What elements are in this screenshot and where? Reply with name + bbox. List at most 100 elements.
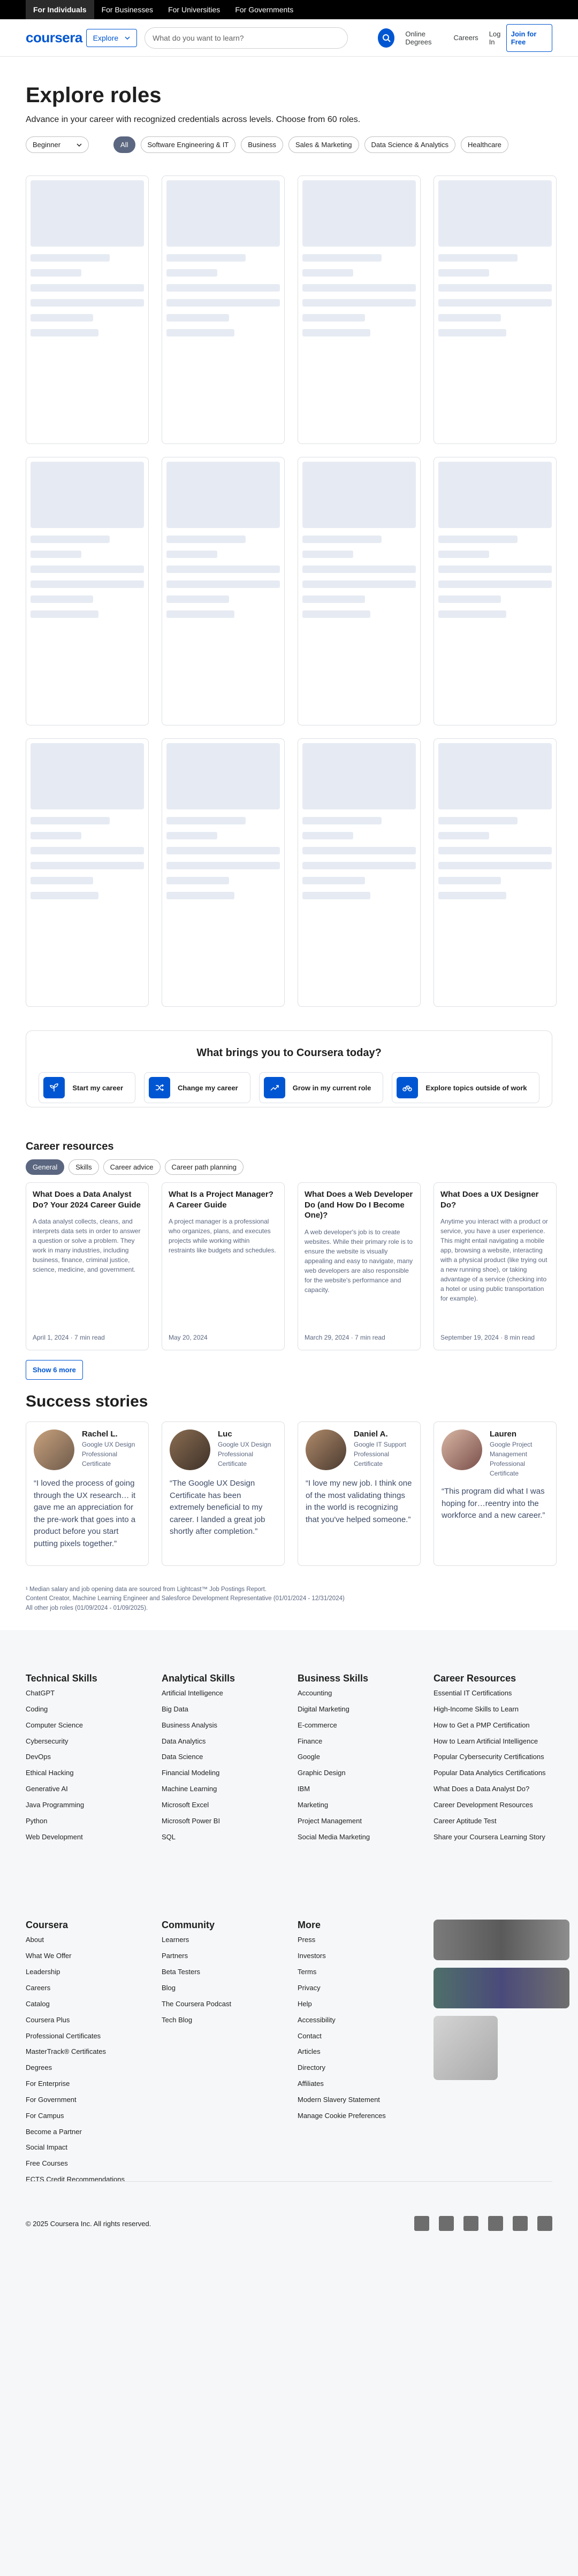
- coursera-logo[interactable]: coursera: [26, 29, 86, 46]
- footer-link[interactable]: Tech Blog: [162, 2015, 285, 2025]
- footer-link[interactable]: Career Aptitude Test: [434, 1816, 557, 1826]
- footer-link[interactable]: Microsoft Power BI: [162, 1816, 285, 1826]
- footer-link[interactable]: Financial Modeling: [162, 1768, 285, 1778]
- footer-link[interactable]: Popular Cybersecurity Certifications: [434, 1752, 557, 1762]
- facebook-icon[interactable]: [414, 2216, 429, 2231]
- footer-link[interactable]: Learners: [162, 1935, 285, 1945]
- tab-career-advice[interactable]: Career advice: [103, 1159, 161, 1175]
- audience-governments[interactable]: For Governments: [227, 0, 301, 19]
- explore-button[interactable]: Explore: [86, 28, 138, 47]
- filter-chip-software[interactable]: Software Engineering & IT: [140, 136, 236, 153]
- twitter-icon[interactable]: [463, 2216, 478, 2231]
- footer-link[interactable]: Leadership: [26, 1967, 149, 1977]
- footer-link[interactable]: SQL: [162, 1832, 285, 1843]
- filter-chip-all[interactable]: All: [113, 136, 135, 153]
- show-more-button[interactable]: Show 6 more: [26, 1360, 83, 1380]
- footer-link[interactable]: Computer Science: [26, 1721, 149, 1731]
- filter-chip-data-science[interactable]: Data Science & Analytics: [364, 136, 456, 153]
- footer-link[interactable]: Professional Certificates: [26, 2031, 149, 2042]
- search-input[interactable]: What do you want to learn?: [144, 27, 348, 49]
- footer-link[interactable]: Accessibility: [298, 2015, 421, 2025]
- footer-link[interactable]: Share your Coursera Learning Story: [434, 1832, 557, 1843]
- footer-link[interactable]: Marketing: [298, 1800, 421, 1810]
- footer-link[interactable]: E-commerce: [298, 1721, 421, 1731]
- careers-link[interactable]: Careers: [453, 34, 478, 42]
- footer-link[interactable]: Cybersecurity: [26, 1737, 149, 1747]
- linkedin-icon[interactable]: [439, 2216, 454, 2231]
- footer-link[interactable]: Digital Marketing: [298, 1704, 421, 1715]
- footer-link[interactable]: Degrees: [26, 2063, 149, 2073]
- footer-link[interactable]: Business Analysis: [162, 1721, 285, 1731]
- footer-link[interactable]: The Coursera Podcast: [162, 1999, 285, 2009]
- footer-link[interactable]: Affiliates: [298, 2079, 421, 2089]
- audience-individuals[interactable]: For Individuals: [26, 0, 94, 19]
- filter-chip-healthcare[interactable]: Healthcare: [461, 136, 508, 153]
- goal-option-change-career[interactable]: Change my career: [144, 1072, 250, 1103]
- footer-link[interactable]: Contact: [298, 2031, 421, 2042]
- filter-chip-sales-marketing[interactable]: Sales & Marketing: [288, 136, 359, 153]
- youtube-icon[interactable]: [488, 2216, 503, 2231]
- footer-link[interactable]: Beta Testers: [162, 1967, 285, 1977]
- footer-link[interactable]: IBM: [298, 1784, 421, 1794]
- article-card[interactable]: What Does a UX Designer Do? Anytime you …: [434, 1182, 557, 1350]
- footer-link[interactable]: Manage Cookie Preferences: [298, 2111, 421, 2121]
- footer-link[interactable]: Career Development Resources: [434, 1800, 557, 1810]
- footer-link[interactable]: Essential IT Certifications: [434, 1688, 557, 1699]
- footer-link[interactable]: Web Development: [26, 1832, 149, 1843]
- login-link[interactable]: Log In: [489, 30, 504, 46]
- footer-link[interactable]: Artificial Intelligence: [162, 1688, 285, 1699]
- footer-link[interactable]: Directory: [298, 2063, 421, 2073]
- footer-link[interactable]: What We Offer: [26, 1951, 149, 1961]
- footer-link[interactable]: Terms: [298, 1967, 421, 1977]
- footer-link[interactable]: MasterTrack® Certificates: [26, 2047, 149, 2057]
- footer-link[interactable]: DevOps: [26, 1752, 149, 1762]
- footer-link[interactable]: Python: [26, 1816, 149, 1826]
- footer-link[interactable]: Microsoft Excel: [162, 1800, 285, 1810]
- footer-link[interactable]: Data Analytics: [162, 1737, 285, 1747]
- online-degrees-link[interactable]: Online Degrees: [405, 30, 443, 46]
- footer-link[interactable]: Machine Learning: [162, 1784, 285, 1794]
- footer-link[interactable]: Catalog: [26, 1999, 149, 2009]
- filter-chip-business[interactable]: Business: [241, 136, 283, 153]
- audience-universities[interactable]: For Universities: [161, 0, 227, 19]
- footer-link[interactable]: Become a Partner: [26, 2127, 149, 2137]
- footer-link[interactable]: Java Programming: [26, 1800, 149, 1810]
- footer-link[interactable]: Modern Slavery Statement: [298, 2095, 421, 2105]
- footer-link[interactable]: Ethical Hacking: [26, 1768, 149, 1778]
- goal-option-start-career[interactable]: Start my career: [39, 1072, 136, 1103]
- footer-link[interactable]: ChatGPT: [26, 1688, 149, 1699]
- article-card[interactable]: What Is a Project Manager? A Career Guid…: [162, 1182, 285, 1350]
- footer-link[interactable]: Data Science: [162, 1752, 285, 1762]
- article-card[interactable]: What Does a Web Developer Do (and How Do…: [298, 1182, 421, 1350]
- tab-skills[interactable]: Skills: [69, 1159, 99, 1175]
- footer-link[interactable]: Careers: [26, 1983, 149, 1993]
- footer-link[interactable]: Graphic Design: [298, 1768, 421, 1778]
- search-button[interactable]: [378, 28, 395, 48]
- footer-link[interactable]: Blog: [162, 1983, 285, 1993]
- footer-link[interactable]: Project Management: [298, 1816, 421, 1826]
- footer-link[interactable]: How to Get a PMP Certification: [434, 1721, 557, 1731]
- tiktok-icon[interactable]: [537, 2216, 552, 2231]
- footer-link[interactable]: How to Learn Artificial Intelligence: [434, 1737, 557, 1747]
- footer-link[interactable]: Partners: [162, 1951, 285, 1961]
- goal-option-explore-topics[interactable]: Explore topics outside of work: [392, 1072, 539, 1103]
- footer-link[interactable]: High-Income Skills to Learn: [434, 1704, 557, 1715]
- footer-link[interactable]: Generative AI: [26, 1784, 149, 1794]
- footer-link[interactable]: Press: [298, 1935, 421, 1945]
- footer-link[interactable]: Google: [298, 1752, 421, 1762]
- audience-businesses[interactable]: For Businesses: [94, 0, 161, 19]
- footer-link[interactable]: Popular Data Analytics Certifications: [434, 1768, 557, 1778]
- footer-link[interactable]: For Enterprise: [26, 2079, 149, 2089]
- tab-general[interactable]: General: [26, 1159, 65, 1175]
- footer-link[interactable]: About: [26, 1935, 149, 1945]
- google-play-badge[interactable]: [434, 1968, 569, 2009]
- footer-link[interactable]: Accounting: [298, 1688, 421, 1699]
- footer-link[interactable]: Social Impact: [26, 2143, 149, 2153]
- footer-link[interactable]: Coding: [26, 1704, 149, 1715]
- footer-link[interactable]: Free Courses: [26, 2159, 149, 2169]
- goal-option-grow-role[interactable]: Grow in my current role: [258, 1072, 384, 1103]
- footer-link[interactable]: Privacy: [298, 1983, 421, 1993]
- level-select[interactable]: Beginner: [26, 136, 89, 153]
- tab-career-path-planning[interactable]: Career path planning: [164, 1159, 244, 1175]
- footer-link[interactable]: For Government: [26, 2095, 149, 2105]
